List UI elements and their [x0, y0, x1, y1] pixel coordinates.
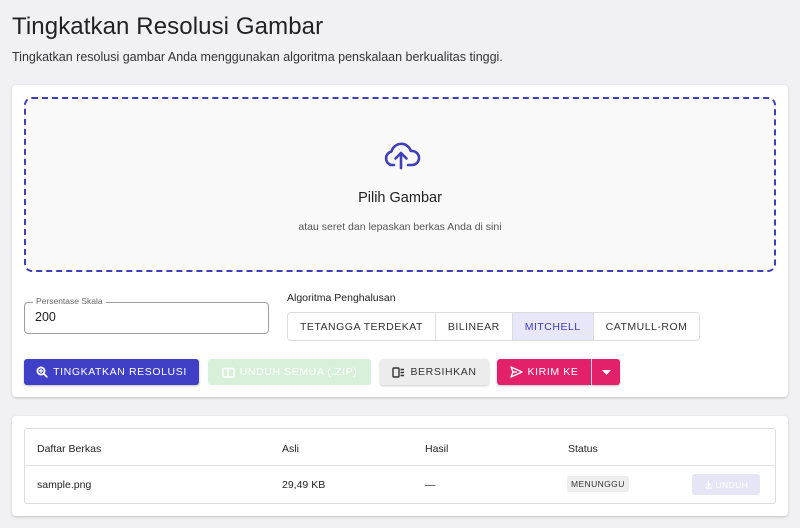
algorithm-toggle-group: TETANGGA TERDEKAT BILINEAR MITCHELL CATM… [287, 312, 701, 341]
row-download-label: UNDUH [715, 479, 749, 490]
row-download-button[interactable]: UNDUH [692, 474, 760, 495]
dropzone-subtitle: atau seret dan lepaskan berkas Anda di s… [298, 221, 502, 233]
scale-percentage-input[interactable] [35, 310, 255, 324]
download-icon [704, 480, 712, 489]
clear-all-icon [392, 366, 405, 378]
algorithm-option-mitchell[interactable]: MITCHELL [512, 313, 594, 340]
upscale-button-label: TINGKATKAN RESOLUSI [53, 366, 187, 378]
file-name: sample.png [37, 479, 92, 491]
algorithm-option-nearest[interactable]: TETANGGA TERDEKAT [288, 313, 436, 340]
column-header-status: Status [568, 443, 598, 455]
page-subtitle: Tingkatkan resolusi gambar Anda mengguna… [12, 50, 503, 64]
column-header-original: Asli [282, 443, 299, 455]
algorithm-option-catmull-rom[interactable]: CATMULL-ROM [593, 313, 700, 340]
upscale-panel: Pilih Gambar atau seret dan lepaskan ber… [12, 85, 788, 397]
send-to-menu-button[interactable] [592, 359, 620, 385]
table-header: Daftar Berkas Asli Hasil Status [25, 429, 775, 466]
algorithm-label: Algoritma Penghalusan [287, 292, 396, 304]
file-original-size: 29,49 KB [282, 479, 326, 491]
send-to-button[interactable]: KIRIM KE [497, 359, 591, 385]
table-row: sample.png 29,49 KB — MENUNGGU UNDUH [25, 466, 775, 503]
column-header-file-list: Daftar Berkas [37, 443, 102, 455]
page-title: Tingkatkan Resolusi Gambar [12, 13, 324, 40]
status-badge: MENUNGGU [567, 476, 629, 492]
files-panel: Daftar Berkas Asli Hasil Status sample.p… [12, 416, 788, 516]
column-header-result: Hasil [425, 443, 449, 455]
image-dropzone[interactable]: Pilih Gambar atau seret dan lepaskan ber… [24, 97, 776, 272]
download-all-button-label: UNDUH SEMUA (.ZIP) [239, 366, 358, 378]
zoom-in-icon [36, 366, 48, 378]
scale-percentage-field[interactable]: Persentase Skala [24, 296, 269, 334]
file-result-size: — [425, 479, 436, 491]
algorithm-option-bilinear[interactable]: BILINEAR [435, 313, 513, 340]
send-icon [509, 366, 523, 378]
files-table: Daftar Berkas Asli Hasil Status sample.p… [24, 428, 776, 504]
send-to-button-label: KIRIM KE [527, 366, 579, 378]
caret-down-icon [601, 369, 611, 375]
scale-percentage-label: Persentase Skala [33, 296, 106, 306]
clear-button-label: BERSIHKAN [410, 366, 477, 378]
dropzone-title: Pilih Gambar [358, 190, 442, 206]
download-all-button[interactable]: UNDUH SEMUA (.ZIP) [208, 359, 371, 385]
folder-zip-icon [222, 367, 235, 378]
clear-button[interactable]: BERSIHKAN [380, 359, 489, 385]
upscale-button[interactable]: TINGKATKAN RESOLUSI [24, 359, 199, 385]
cloud-upload-icon [384, 142, 421, 170]
